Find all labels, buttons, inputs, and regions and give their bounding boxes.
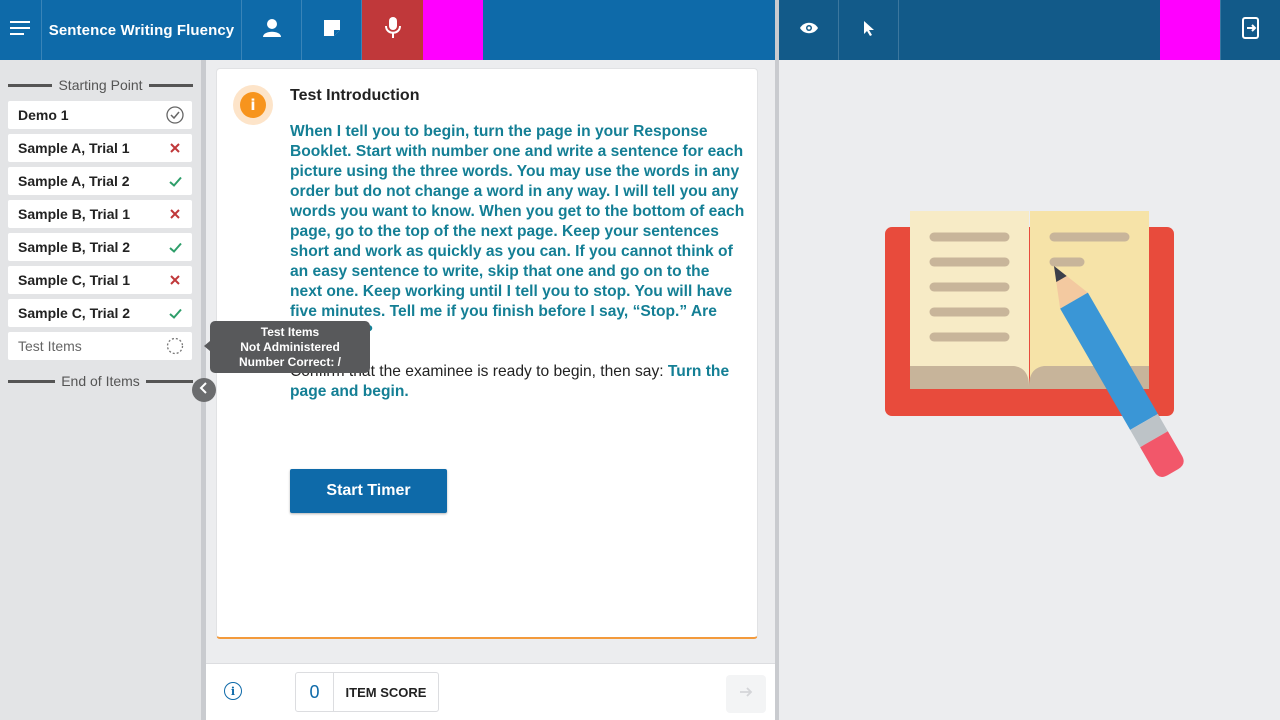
sidebar-item-sample-b-trial-2[interactable]: Sample B, Trial 2 <box>8 233 192 261</box>
end-of-items-divider: End of Items <box>8 370 193 392</box>
item-label: Sample A, Trial 2 <box>18 173 130 189</box>
end-of-items-label: End of Items <box>61 373 140 389</box>
eye-icon <box>799 21 819 40</box>
check-icon <box>166 172 184 190</box>
sidebar-item-sample-b-trial-1[interactable]: Sample B, Trial 1 <box>8 200 192 228</box>
sidebar-item-sample-c-trial-1[interactable]: Sample C, Trial 1 <box>8 266 192 294</box>
record-button[interactable] <box>362 0 423 60</box>
arrow-right-icon <box>739 685 753 703</box>
examinee-panel <box>779 60 1280 720</box>
highlight-marker-right <box>1160 0 1220 60</box>
info-icon[interactable]: i <box>224 682 242 700</box>
item-score-box: 0 ITEM SCORE <box>295 672 439 712</box>
sidebar-item-sample-a-trial-2[interactable]: Sample A, Trial 2 <box>8 167 192 195</box>
examinee-toolbar <box>779 0 1280 60</box>
highlight-marker <box>423 0 483 60</box>
item-label: Sample B, Trial 2 <box>18 239 131 255</box>
starting-point-label: Starting Point <box>58 77 143 93</box>
sidebar-item-sample-a-trial-1[interactable]: Sample A, Trial 1 <box>8 134 192 162</box>
pointer-icon <box>863 20 875 41</box>
tooltip-score: Number Correct: / <box>238 355 342 369</box>
item-score-label: ITEM SCORE <box>345 684 427 700</box>
collapse-sidebar-button[interactable] <box>192 378 216 402</box>
item-label: Sample C, Trial 2 <box>18 305 131 321</box>
x-icon <box>166 139 184 157</box>
instruction-text: When I tell you to begin, turn the page … <box>290 123 745 340</box>
next-button[interactable] <box>726 675 766 713</box>
menu-button[interactable] <box>0 0 42 60</box>
sidebar-item-test-items[interactable]: Test Items <box>8 332 192 360</box>
sidebar-item-sample-c-trial-2[interactable]: Sample C, Trial 2 <box>8 299 192 327</box>
view-button[interactable] <box>779 0 839 60</box>
info-badge: i <box>233 85 273 125</box>
score-footer: i 0 ITEM SCORE <box>206 663 775 720</box>
examinee-button[interactable] <box>242 0 302 60</box>
book-pencil-illustration <box>884 210 1184 515</box>
exit-icon <box>1241 16 1261 44</box>
check-icon <box>166 238 184 256</box>
check-circle-icon <box>166 106 184 124</box>
tooltip-title: Test Items <box>260 325 320 339</box>
start-timer-button[interactable]: Start Timer <box>290 469 447 513</box>
item-sidebar: Starting Point Demo 1 Sample A, Trial 1 … <box>0 60 201 720</box>
examiner-panel: i Test Introduction When I tell you to b… <box>206 60 775 720</box>
item-label: Sample A, Trial 1 <box>18 140 130 156</box>
x-icon <box>166 205 184 223</box>
exit-button[interactable] <box>1220 0 1280 60</box>
chevron-left-icon <box>199 381 209 399</box>
sidebar-item-demo-1[interactable]: Demo 1 <box>8 101 192 129</box>
item-label: Sample C, Trial 1 <box>18 272 131 288</box>
app-title: Sentence Writing Fluency <box>42 0 242 60</box>
item-label: Demo 1 <box>18 107 69 123</box>
starting-point-divider: Starting Point <box>8 74 193 96</box>
notes-button[interactable] <box>302 0 362 60</box>
menu-icon <box>9 20 32 40</box>
microphone-icon <box>384 16 401 44</box>
item-label: Test Items <box>18 338 82 354</box>
item-label: Sample B, Trial 1 <box>18 206 131 222</box>
top-toolbar: Sentence Writing Fluency <box>0 0 775 60</box>
card-title: Test Introduction <box>290 87 420 104</box>
pointer-button[interactable] <box>839 0 899 60</box>
check-icon <box>166 304 184 322</box>
item-score-value[interactable]: 0 <box>296 673 334 711</box>
info-icon: i <box>240 92 266 118</box>
tooltip-status: Not Administered <box>240 340 340 354</box>
note-icon <box>323 19 341 42</box>
person-icon <box>262 18 282 43</box>
x-icon <box>166 271 184 289</box>
pending-circle-icon <box>166 337 184 355</box>
item-tooltip: Test Items Not Administered Number Corre… <box>204 321 370 373</box>
